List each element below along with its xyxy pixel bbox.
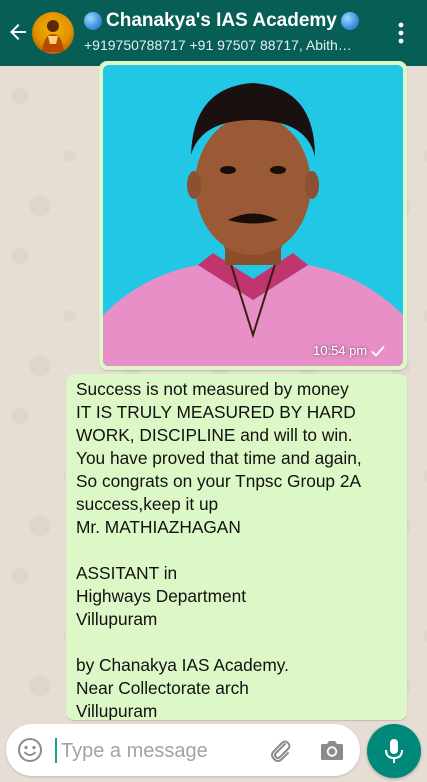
message-line: ASSITANT in — [76, 563, 178, 583]
message-line: Success is not measured by money — [76, 379, 349, 399]
message-line: Villupuram — [76, 701, 158, 720]
message-line: Mr. MATHIAZHAGAN — [76, 517, 241, 537]
text-message[interactable]: Success is not measured by money IT IS T… — [66, 374, 407, 720]
message-line: Villupuram — [76, 609, 158, 629]
avatar[interactable] — [32, 12, 74, 54]
image-message[interactable]: 10:54 pm — [99, 61, 407, 370]
message-photo[interactable] — [103, 65, 403, 366]
message-body: Success is not measured by money IT IS T… — [76, 378, 401, 720]
message-input[interactable] — [59, 736, 263, 766]
read-check-icon — [371, 345, 385, 357]
message-line: You have proved that time and again, — [76, 448, 362, 468]
camera-icon[interactable] — [319, 738, 345, 762]
globe-icon — [340, 12, 359, 30]
mic-icon — [385, 739, 403, 763]
message-time: 10:54 pm — [313, 343, 368, 358]
message-line: IT IS TRULY MEASURED BY HARD — [76, 402, 356, 422]
text-cursor — [55, 738, 57, 763]
message-line: Highways Department — [76, 586, 247, 606]
composer-bar — [6, 724, 360, 776]
attach-icon[interactable] — [266, 736, 294, 764]
message-line: by Chanakya IAS Academy. — [76, 655, 289, 675]
chat-title: Chanakya's IAS Academy — [84, 8, 384, 34]
more-vert-icon[interactable] — [396, 22, 406, 44]
image-meta: 10:54 pm — [313, 343, 393, 358]
voice-record-button[interactable] — [367, 724, 421, 778]
message-line: WORK, DISCIPLINE and will to win. — [76, 425, 353, 445]
chat-title-text: Chanakya's IAS Academy — [106, 10, 337, 31]
emoji-icon[interactable] — [17, 737, 43, 763]
chat-title-area[interactable]: Chanakya's IAS Academy +919750788717 +91… — [84, 8, 384, 55]
chat-header: Chanakya's IAS Academy +919750788717 +91… — [0, 0, 427, 66]
globe-icon — [84, 12, 102, 30]
back-arrow-icon[interactable] — [6, 20, 30, 44]
message-line: success,keep it up — [76, 494, 219, 514]
message-line: Near Collectorate arch — [76, 678, 249, 698]
chat-participants: +919750788717 +91 97507 88717, Abith… — [84, 37, 352, 53]
message-line: So congrats on your Tnpsc Group 2A — [76, 471, 361, 491]
